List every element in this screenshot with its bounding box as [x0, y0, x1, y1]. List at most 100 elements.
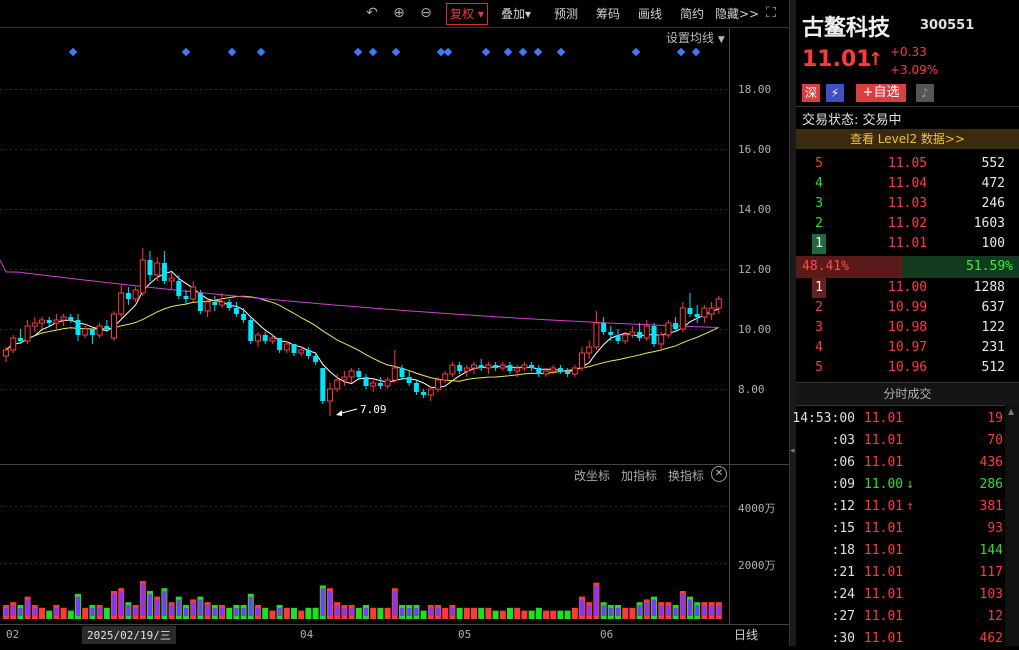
set-ma-button[interactable]: 设置均线 ▼: [666, 29, 725, 46]
scroll-up-icon[interactable]: ▲: [1008, 407, 1016, 417]
arrow-up-icon: ↑: [868, 49, 884, 70]
volume-bar: [226, 607, 233, 619]
candle-body-up: [283, 343, 290, 351]
volume-bar: [543, 610, 549, 619]
volume-bar: [463, 607, 470, 619]
period-button[interactable]: 日线: [734, 626, 758, 643]
kline-chart-panel[interactable]: ↶ ⊕ ⊖ 复权 ▾ 叠加▾ 预测 筹码 画线 简约 隐藏>> ⛶ 7.09 设…: [0, 0, 789, 646]
tick-volume: 144: [979, 543, 1003, 558]
volume-bar-inner: [248, 596, 253, 616]
price-change: +0.33: [890, 45, 927, 59]
volume-bar: [629, 607, 636, 619]
candle-body-down: [241, 314, 247, 320]
volume-bar: [622, 607, 629, 619]
volume-bar-inner: [709, 605, 714, 616]
alert-bell-icon[interactable]: ♪: [916, 84, 934, 102]
level2-link[interactable]: 查看 Level2 数据>>: [796, 129, 1019, 149]
volume-bar-inner: [428, 608, 433, 616]
ask-level: 4: [815, 176, 823, 191]
signal-diamond: [533, 47, 543, 57]
tick-time: :06: [831, 455, 855, 470]
ask-row-2[interactable]: 2 11.02 1603: [796, 214, 1019, 234]
tick-volume: 93: [987, 521, 1003, 536]
signal-diamond: [443, 47, 453, 57]
tick-time: :12: [831, 499, 855, 514]
chart-canvas: [0, 27, 789, 625]
volume-bar: [514, 607, 521, 619]
candle-body-up: [579, 352, 585, 369]
candle-body-down: [233, 308, 239, 314]
volume-bar: [507, 607, 513, 619]
volume-bar-inner: [11, 605, 16, 616]
change-axis-button[interactable]: 改坐标: [574, 467, 610, 484]
bid-price: 10.96: [888, 360, 928, 375]
candle-body-down: [68, 317, 74, 320]
volume-bar: [557, 610, 564, 619]
bid-row-1[interactable]: 1 11.00 1288: [796, 278, 1019, 298]
stock-name: 古鳌科技: [802, 16, 891, 41]
tick-volume: 103: [979, 587, 1003, 602]
volume-bar-inner: [76, 596, 80, 616]
volume-bar-inner: [191, 602, 196, 616]
ask-volume: 246: [981, 196, 1005, 211]
candle-body-up: [10, 337, 17, 351]
bid-row-2[interactable]: 2 10.99 637: [796, 298, 1019, 318]
volume-bar-inner: [400, 608, 404, 616]
candle-body-up: [298, 349, 305, 354]
bid-row-4[interactable]: 4 10.97 231: [796, 338, 1019, 358]
volume-bar: [528, 610, 535, 619]
tick-scrollbar[interactable]: ▲: [1005, 405, 1019, 646]
collapse-arrow-icon[interactable]: ◂: [790, 446, 795, 456]
volume-bar: [499, 610, 506, 619]
add-watchlist-button[interactable]: +自选: [856, 84, 906, 102]
volume-bar-inner: [25, 599, 30, 616]
candle-body-down: [226, 302, 232, 308]
volume-bar-inner: [652, 599, 656, 616]
volume-bar-inner: [198, 599, 203, 616]
switch-indicator-button[interactable]: 换指标: [668, 467, 704, 484]
candle-body-up: [643, 325, 650, 339]
ask-row-1[interactable]: 1 11.01 100: [796, 234, 1019, 254]
candle-body-down: [161, 263, 167, 281]
signal-diamond: [68, 47, 78, 57]
candle-body-up: [139, 259, 146, 294]
candle-body-down: [651, 326, 657, 344]
volume-bar-inner: [335, 605, 340, 616]
volume-bar-inner: [155, 599, 160, 616]
bid-row-5[interactable]: 5 10.96 512: [796, 358, 1019, 378]
price-tick: 10.00: [738, 323, 772, 336]
volume-bar: [442, 607, 449, 619]
ask-row-3[interactable]: 3 11.03 246: [796, 194, 1019, 214]
volume-bar: [492, 610, 499, 619]
candle-body-up: [111, 313, 117, 339]
volume-bar-inner: [176, 599, 181, 616]
volume-bar-inner: [148, 594, 152, 616]
candle-body-up: [622, 334, 629, 342]
candle-body-down: [536, 368, 542, 374]
candle-body-up: [543, 370, 549, 375]
bid-volume: 512: [981, 360, 1005, 375]
bid-row-3[interactable]: 3 10.98 122: [796, 318, 1019, 338]
volume-bar-inner: [241, 608, 246, 616]
volume-bar-inner: [212, 608, 217, 616]
set-ma-label: 设置均线: [666, 31, 715, 45]
volume-bar: [420, 610, 427, 619]
volume-bar: [550, 610, 557, 619]
candle-body-up: [348, 370, 355, 378]
ask-row-5[interactable]: 5 11.05 552: [796, 154, 1019, 174]
candle-body-up: [679, 307, 686, 330]
bid-level: 5: [815, 360, 823, 375]
ask-volume: 552: [981, 156, 1005, 171]
add-indicator-button[interactable]: 加指标: [621, 467, 657, 484]
ask-row-4[interactable]: 4 11.04 472: [796, 174, 1019, 194]
volume-bar-inner: [97, 608, 102, 616]
candle-body-down: [277, 338, 283, 350]
close-icon[interactable]: ✕: [711, 466, 727, 482]
signal-diamond: [691, 47, 701, 57]
tick-volume: 19: [987, 411, 1003, 426]
price-tick: 12.00: [738, 263, 772, 276]
volume-bar-inner: [407, 608, 412, 616]
candle-body-down: [248, 320, 254, 341]
ask-price: 11.03: [888, 196, 928, 211]
tick-list-title: 分时成交: [796, 382, 1019, 406]
